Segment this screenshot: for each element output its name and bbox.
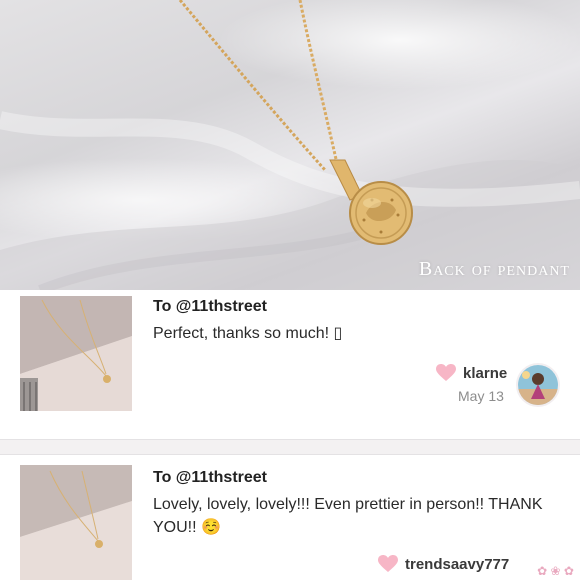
- reviewer[interactable]: klarne: [436, 364, 507, 382]
- necklace-image: [0, 0, 580, 290]
- reviewer-username[interactable]: trendsaavy777: [405, 556, 509, 573]
- heart-icon[interactable]: [378, 555, 398, 573]
- review-recipient: To @11thstreet: [153, 469, 267, 486]
- review-message: Perfect, thanks so much! ▯: [153, 325, 343, 342]
- review-card[interactable]: To @11thstreet Lovely, lovely, lovely!!!…: [0, 454, 580, 580]
- heart-icon[interactable]: [436, 364, 456, 382]
- product-photo: Back of pendant: [0, 0, 580, 290]
- reviewer-username[interactable]: klarne: [463, 365, 507, 382]
- review-message: Lovely, lovely, lovely!!! Even prettier …: [153, 496, 543, 536]
- review-recipient: To @11thstreet: [153, 298, 267, 315]
- review-date: May 13: [458, 388, 504, 404]
- flower-decoration-icon: ✿ ❀ ✿: [537, 564, 574, 578]
- user-avatar[interactable]: [516, 363, 560, 407]
- reviewer[interactable]: trendsaavy777: [378, 555, 509, 573]
- hero-caption: Back of pendant: [418, 258, 570, 280]
- review-card[interactable]: To @11thstreet Perfect, thanks so much! …: [0, 290, 580, 440]
- necklace-thumbnail[interactable]: [20, 465, 132, 580]
- necklace-thumbnail[interactable]: [20, 296, 132, 411]
